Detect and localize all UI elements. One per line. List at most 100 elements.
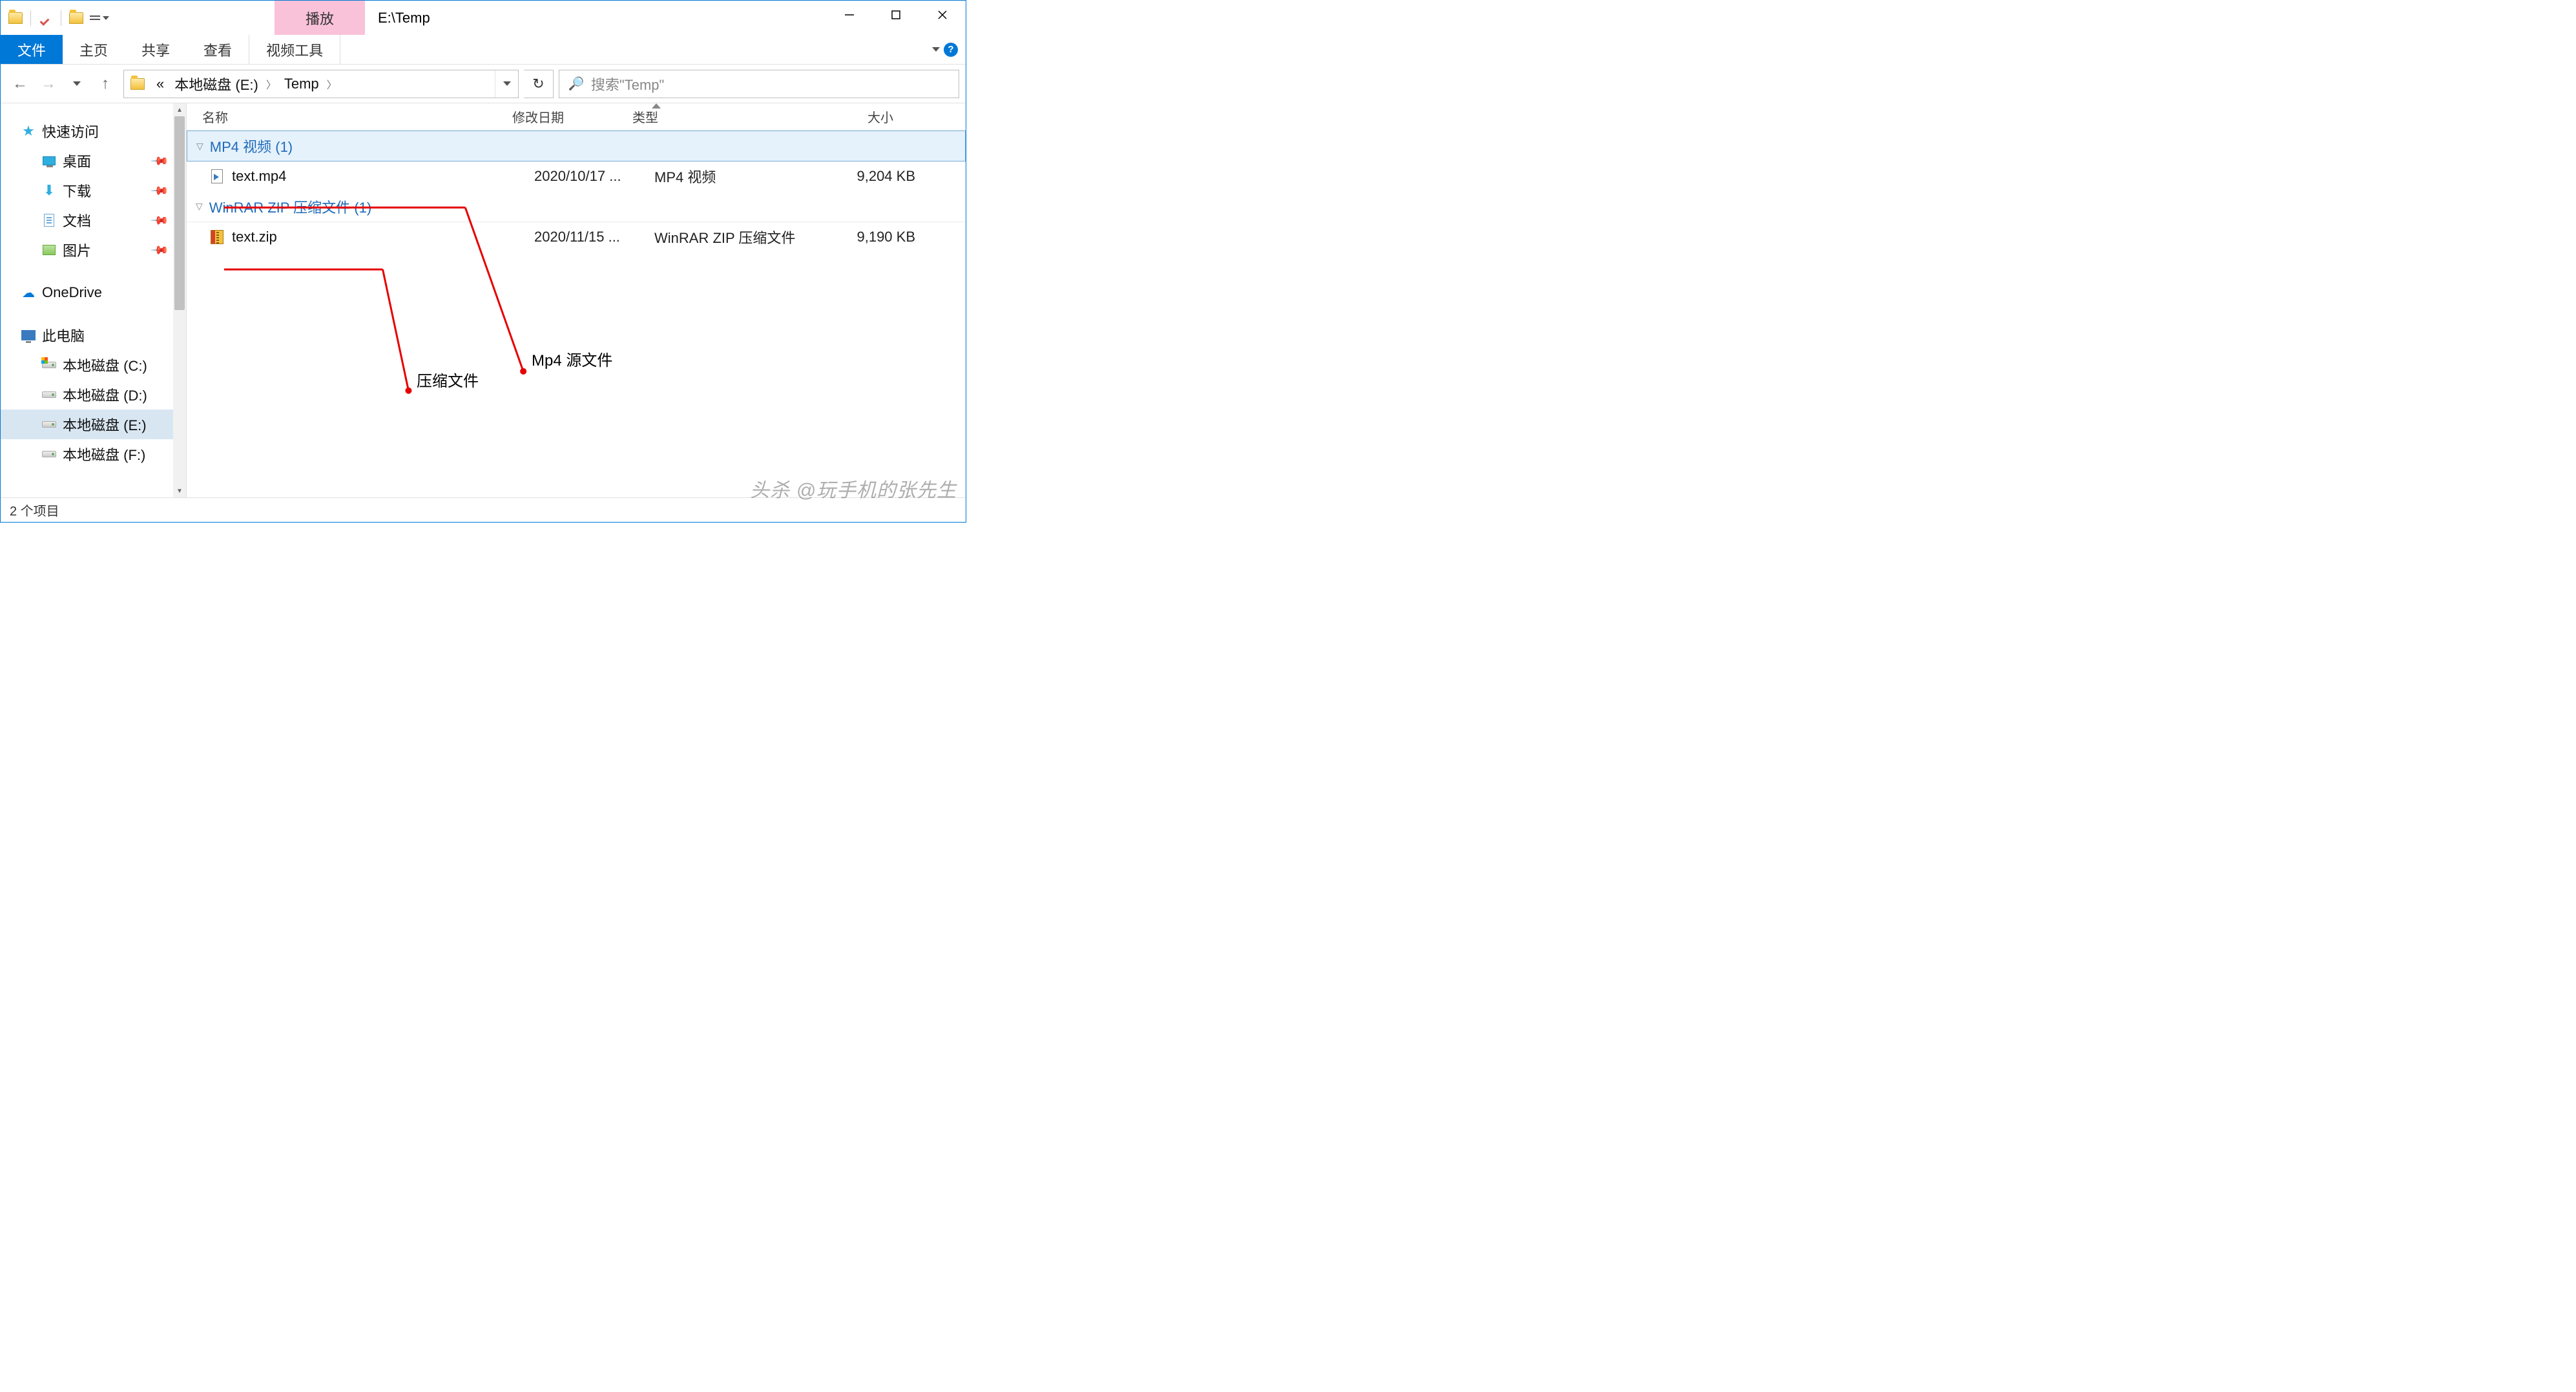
nav-pictures[interactable]: 图片📌 — [1, 235, 186, 265]
search-input[interactable]: 🔍 搜索"Temp" — [559, 70, 959, 98]
watermark-text: 头杀 @玩手机的张先生 — [750, 474, 957, 503]
nav-label: 本地磁盘 (D:) — [63, 384, 147, 405]
nav-label: 文档 — [63, 210, 91, 231]
breadcrumb-prefix[interactable]: « — [151, 70, 169, 98]
column-type-label: 类型 — [632, 111, 658, 125]
drive-icon — [42, 447, 56, 461]
nav-drive-d[interactable]: 本地磁盘 (D:) — [1, 380, 186, 410]
annotation-mp4-label: Mp4 源文件 — [532, 348, 612, 370]
maximize-button[interactable] — [873, 1, 919, 29]
pin-icon: 📌 — [149, 211, 169, 231]
nav-drive-f[interactable]: 本地磁盘 (F:) — [1, 439, 186, 469]
minimize-button[interactable] — [826, 1, 873, 29]
breadcrumb-separator-icon[interactable]: 〉 — [264, 76, 279, 92]
file-type: MP4 视频 — [654, 166, 827, 187]
search-icon: 🔍 — [568, 76, 585, 92]
pictures-icon — [42, 243, 56, 257]
nav-label: 本地磁盘 (F:) — [63, 444, 145, 464]
monitor-icon — [21, 328, 36, 342]
file-name: text.mp4 — [232, 168, 534, 185]
drive-icon — [42, 388, 56, 402]
nav-label: 本地磁盘 (C:) — [63, 355, 147, 375]
scroll-down-icon[interactable]: ▼ — [173, 484, 186, 497]
drive-icon — [42, 417, 56, 431]
desktop-icon — [42, 154, 56, 168]
nav-drive-c[interactable]: 本地磁盘 (C:) — [1, 350, 186, 380]
tab-file[interactable]: 文件 — [1, 35, 63, 64]
nav-label: 下载 — [63, 180, 91, 201]
nav-quick-access[interactable]: ★ 快速访问 — [1, 116, 186, 146]
address-folder-icon — [130, 78, 145, 90]
close-button[interactable] — [919, 1, 966, 29]
nav-bar: ← → ↑ « 本地磁盘 (E:) 〉 Temp 〉 ↻ 🔍 搜索"Temp" — [1, 65, 966, 103]
nav-this-pc[interactable]: 此电脑 — [1, 320, 186, 350]
breadcrumb-separator-icon[interactable]: 〉 — [324, 76, 340, 92]
zip-icon — [210, 230, 224, 244]
chevron-down-icon: ▽ — [196, 201, 203, 212]
pin-icon: 📌 — [149, 181, 169, 201]
sort-ascending-icon — [652, 103, 661, 109]
recent-locations-button[interactable] — [64, 71, 90, 97]
navigation-pane: ▲ ▼ ★ 快速访问 桌面 📌 ⬇ 下载 📌 文档 📌 图片📌 ☁OneDrive 此电脑… — [1, 103, 187, 497]
file-size: 9,204 KB — [827, 168, 931, 185]
nav-label: 桌面 — [63, 151, 91, 171]
file-size: 9,190 KB — [827, 229, 931, 245]
refresh-button[interactable]: ↻ — [524, 70, 554, 98]
breadcrumb-drive[interactable]: 本地磁盘 (E:) — [169, 70, 264, 98]
qat-new-folder-icon[interactable] — [65, 7, 87, 29]
column-name[interactable]: 名称 — [202, 107, 512, 126]
video-icon — [210, 169, 224, 183]
qat-customize-button[interactable] — [88, 7, 110, 29]
tab-share[interactable]: 共享 — [125, 35, 187, 64]
app-folder-icon — [5, 7, 26, 29]
qat-properties-icon[interactable] — [35, 7, 57, 29]
nav-desktop[interactable]: 桌面 📌 — [1, 146, 186, 176]
address-bar[interactable]: « 本地磁盘 (E:) 〉 Temp 〉 — [123, 70, 519, 98]
scroll-thumb[interactable] — [174, 116, 185, 310]
explorer-window: 播放 E:\Temp 文件 主页 共享 查看 视频工具 ? ← → ↑ « — [0, 0, 966, 523]
nav-label: 快速访问 — [42, 121, 99, 141]
group-header-zip[interactable]: ▽ WinRAR ZIP 压缩文件 (1) — [187, 191, 966, 222]
title-bar: 播放 E:\Temp — [1, 1, 966, 35]
tab-home[interactable]: 主页 — [63, 35, 125, 64]
column-date[interactable]: 修改日期 — [512, 107, 632, 126]
forward-button[interactable]: → — [36, 71, 61, 97]
group-header-mp4[interactable]: ▽MP4 视频 (1) — [187, 130, 966, 161]
address-dropdown-button[interactable] — [495, 70, 518, 98]
navpane-scrollbar[interactable]: ▲ ▼ — [173, 103, 186, 497]
nav-label: 本地磁盘 (E:) — [63, 414, 147, 435]
nav-label: 图片 — [63, 240, 91, 260]
column-headers: 名称 修改日期 类型 大小 — [187, 103, 966, 130]
nav-label: 此电脑 — [42, 325, 85, 346]
nav-downloads[interactable]: ⬇ 下载 📌 — [1, 176, 186, 205]
scroll-up-icon[interactable]: ▲ — [173, 103, 186, 116]
column-type[interactable]: 类型 — [632, 107, 805, 126]
body: ▲ ▼ ★ 快速访问 桌面 📌 ⬇ 下载 📌 文档 📌 图片📌 ☁OneDrive 此电脑… — [1, 103, 966, 497]
download-icon: ⬇ — [42, 183, 56, 198]
cloud-icon: ☁ — [21, 286, 36, 300]
column-size[interactable]: 大小 — [805, 107, 909, 126]
up-button[interactable]: ↑ — [92, 71, 118, 97]
tab-view[interactable]: 查看 — [187, 35, 249, 64]
pin-icon: 📌 — [149, 151, 169, 171]
breadcrumb-folder[interactable]: Temp — [279, 70, 324, 98]
back-button[interactable]: ← — [7, 71, 33, 97]
drive-icon — [42, 358, 56, 372]
search-placeholder: 搜索"Temp" — [591, 74, 664, 94]
tab-video-tools[interactable]: 视频工具 — [249, 35, 340, 64]
nav-documents[interactable]: 文档 📌 — [1, 205, 186, 235]
nav-onedrive[interactable]: ☁OneDrive — [1, 278, 186, 307]
document-icon — [42, 213, 56, 227]
help-icon[interactable]: ? — [944, 43, 958, 57]
chevron-down-icon: ▽ — [196, 141, 203, 152]
status-item-count: 2 个项目 — [10, 501, 59, 519]
ribbon-tabs: 文件 主页 共享 查看 视频工具 ? — [1, 35, 966, 65]
window-controls — [826, 1, 966, 35]
star-icon: ★ — [21, 124, 36, 138]
file-row[interactable]: text.mp4 2020/10/17 ... MP4 视频 9,204 KB — [187, 161, 966, 191]
ribbon-collapse-icon[interactable] — [932, 47, 940, 52]
file-row[interactable]: text.zip 2020/11/15 ... WinRAR ZIP 压缩文件 … — [187, 222, 966, 252]
nav-drive-e[interactable]: 本地磁盘 (E:) — [1, 410, 186, 439]
file-date: 2020/10/17 ... — [534, 168, 654, 185]
group-header-label: WinRAR ZIP 压缩文件 (1) — [209, 196, 371, 217]
